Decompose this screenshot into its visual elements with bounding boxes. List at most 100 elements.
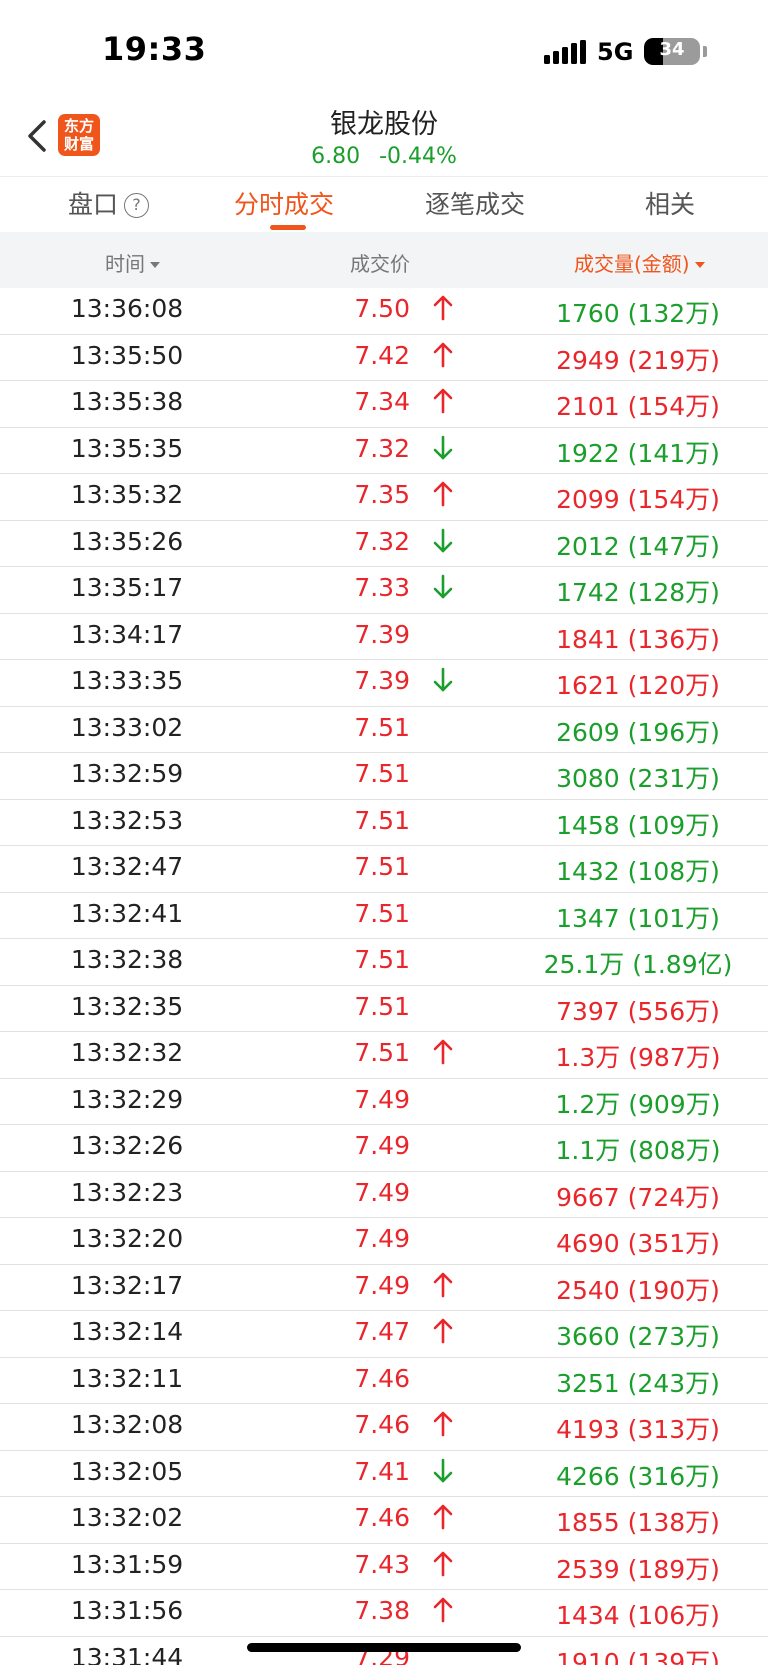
trade-row[interactable]: 13:32:17 7.49 2540 (190万) [0, 1265, 768, 1311]
trade-volume: 1841 (136万) [556, 624, 720, 654]
arrow-up-icon [433, 481, 453, 507]
trade-direction [430, 664, 456, 696]
trade-row[interactable]: 13:35:26 7.32 2012 (147万) [0, 521, 768, 567]
trade-row[interactable]: 13:32:23 7.49 9667 (724万) [0, 1172, 768, 1218]
trade-price: 7.49 [354, 1224, 410, 1253]
arrow-up-icon [433, 1411, 453, 1437]
tab-intraday-trades[interactable]: 分时成交 [234, 185, 334, 221]
trade-volume: 1432 (108万) [556, 857, 720, 886]
trade-volume: 3251 (243万) [556, 1368, 720, 1398]
column-time-sort[interactable]: 时间 [105, 248, 160, 277]
trade-row[interactable]: 13:32:41 7.51 1347 (101万) [0, 893, 768, 939]
arrow-up-icon [433, 1272, 453, 1297]
trade-row[interactable]: 13:32:47 7.51 1432 (108万) [0, 846, 768, 893]
trade-row[interactable]: 13:35:50 7.42 2949 (219万) [0, 335, 768, 381]
trade-volume: 1347 (101万) [556, 903, 720, 933]
trade-time: 13:32:17 [70, 1270, 184, 1300]
trade-row[interactable]: 13:35:38 7.34 2101 (154万) [0, 381, 768, 428]
trade-volume: 2539 (189万) [556, 1554, 720, 1584]
trade-row[interactable]: 13:32:59 7.51 3080 (231万) [0, 753, 768, 800]
arrow-up-icon [433, 1504, 453, 1530]
trade-direction [430, 1362, 456, 1394]
trade-volume: 1.2万 (909万) [555, 1089, 721, 1119]
caret-down-icon [150, 262, 160, 268]
trade-row[interactable]: 13:32:02 7.46 1855 (138万) [0, 1497, 768, 1544]
trade-time: 13:33:35 [70, 666, 184, 695]
trade-time: 13:32:08 [70, 1410, 184, 1439]
trade-row[interactable]: 13:34:17 7.39 1841 (136万) [0, 614, 768, 660]
trade-time: 13:32:59 [70, 759, 184, 788]
arrow-down-icon [433, 435, 453, 459]
trade-row[interactable]: 13:32:38 7.51 25.1万 (1.89亿) [0, 939, 768, 986]
trade-row[interactable]: 13:32:20 7.49 4690 (351万) [0, 1218, 768, 1265]
trade-direction [430, 1548, 456, 1580]
trade-row[interactable]: 13:32:32 7.51 1.3万 (987万) [0, 1032, 768, 1079]
arrow-up-icon [433, 342, 453, 367]
home-indicator[interactable] [247, 1643, 521, 1652]
trade-direction [430, 1455, 456, 1487]
trade-row[interactable]: 13:32:08 7.46 4193 (313万) [0, 1404, 768, 1451]
trade-row[interactable]: 13:32:29 7.49 1.2万 (909万) [0, 1079, 768, 1125]
battery-icon: 34 [644, 38, 700, 65]
tab-related[interactable]: 相关 [645, 185, 695, 221]
trade-direction [430, 478, 456, 510]
trade-price: 7.51 [354, 1038, 410, 1067]
trade-price: 7.50 [354, 294, 410, 323]
trade-direction [430, 1408, 456, 1440]
column-volume-sort[interactable]: 成交量(金额) [574, 248, 705, 277]
trade-price: 7.33 [354, 573, 410, 602]
trade-row[interactable]: 13:35:35 7.32 1922 (141万) [0, 428, 768, 474]
tab-tick-trades[interactable]: 逐笔成交 [425, 185, 525, 221]
trade-time: 13:36:08 [70, 294, 184, 323]
trade-direction [430, 1129, 456, 1161]
trade-row[interactable]: 13:36:08 7.50 1760 (132万) [0, 288, 768, 335]
trade-row[interactable]: 13:31:56 7.38 1434 (106万) [0, 1590, 768, 1637]
cellular-signal-icon [544, 40, 588, 64]
trade-volume: 1922 (141万) [556, 438, 720, 468]
trade-direction [430, 292, 456, 324]
column-volume-label: 成交量(金额) [574, 252, 690, 276]
trade-direction [430, 897, 456, 929]
trade-row[interactable]: 13:32:05 7.41 4266 (316万) [0, 1451, 768, 1497]
trade-row[interactable]: 13:31:59 7.43 2539 (189万) [0, 1544, 768, 1590]
trade-volume: 2099 (154万) [556, 485, 720, 514]
trade-direction [430, 618, 456, 650]
trade-price: 7.51 [354, 805, 410, 835]
trade-price: 7.43 [354, 1549, 410, 1579]
trade-direction [430, 571, 456, 603]
trade-direction [430, 757, 456, 789]
trade-time: 13:31:59 [70, 1549, 184, 1579]
trade-row[interactable]: 13:32:35 7.51 7397 (556万) [0, 986, 768, 1032]
trade-price: 7.51 [354, 898, 410, 928]
trade-row[interactable]: 13:32:11 7.46 3251 (243万) [0, 1358, 768, 1404]
tab-order-book[interactable]: 盘口? [68, 185, 150, 221]
stock-price: 6.80 [311, 144, 361, 169]
trade-row[interactable]: 13:32:14 7.47 3660 (273万) [0, 1311, 768, 1358]
trade-price: 7.38 [354, 1596, 410, 1625]
trade-price: 7.51 [354, 759, 410, 788]
trade-volume: 1434 (106万) [556, 1601, 720, 1630]
trade-time: 13:32:38 [70, 945, 184, 974]
trade-volume: 2540 (190万) [556, 1275, 720, 1305]
trade-price: 7.49 [354, 1177, 410, 1207]
trade-row[interactable]: 13:32:53 7.51 1458 (109万) [0, 800, 768, 846]
stock-quote: 6.80 -0.44% [0, 144, 768, 169]
trade-price: 7.46 [354, 1363, 410, 1393]
trade-row[interactable]: 13:35:17 7.33 1742 (128万) [0, 567, 768, 614]
trade-row[interactable]: 13:35:32 7.35 2099 (154万) [0, 474, 768, 521]
stock-name: 银龙股份 [330, 109, 438, 140]
trade-price: 7.49 [354, 1270, 410, 1300]
arrow-up-icon [433, 295, 453, 321]
trade-row[interactable]: 13:33:35 7.39 1621 (120万) [0, 660, 768, 707]
trade-time: 13:32:14 [70, 1317, 184, 1346]
help-icon[interactable]: ? [124, 193, 150, 218]
trade-row[interactable]: 13:33:02 7.51 2609 (196万) [0, 707, 768, 753]
trade-row[interactable]: 13:32:26 7.49 1.1万 (808万) [0, 1125, 768, 1172]
arrow-down-icon [433, 1458, 453, 1482]
trade-price: 7.32 [354, 526, 410, 556]
trade-volume: 1.1万 (808万) [555, 1136, 721, 1165]
battery-level: 34 [659, 39, 685, 60]
trade-volume: 1458 (109万) [556, 810, 720, 840]
trade-volume: 1760 (132万) [556, 299, 720, 328]
trade-price: 7.51 [354, 991, 410, 1021]
